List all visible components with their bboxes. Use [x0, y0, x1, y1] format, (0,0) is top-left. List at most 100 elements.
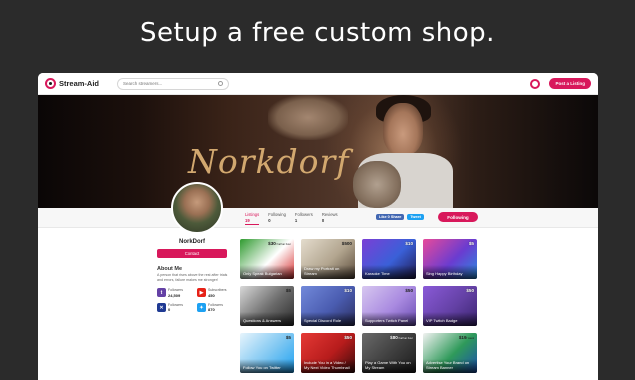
youtube-icon: ▶ [197, 288, 206, 298]
listing-card[interactable]: $10 Special Discord Role [301, 286, 355, 326]
search-icon[interactable] [218, 81, 224, 86]
listing-price: $80/ half an hour [390, 335, 413, 340]
profile-name: NorkDorf [178, 239, 205, 245]
contact-button[interactable]: Contact [157, 249, 227, 258]
listing-title: Special Discord Role [304, 318, 342, 324]
brand-name: Stream-Aid [59, 79, 100, 88]
twitter-icon: ✦ [197, 303, 206, 313]
banner-title: Norkdorf [188, 142, 350, 181]
social-stat[interactable]: t Followers 24,509 [157, 288, 197, 298]
listing-title: Only Speak Bulgarian [243, 271, 282, 277]
listing-price: $30/ half an hour [268, 241, 291, 246]
profile-stats: Listings 19 Following 0 Followers 1 Reviews 0 [245, 212, 338, 225]
listing-price-value: $5 [285, 335, 291, 340]
listing-card[interactable]: $500 Draw my Portrait on Stream [301, 239, 355, 279]
social-stat-text: Subscribers 450 [208, 288, 226, 298]
listing-title: Draw my Portrait on Stream [304, 266, 340, 277]
listing-price: $5 [286, 335, 291, 340]
profile-banner: Norkdorf [38, 95, 598, 208]
share-buttons: Like 0 Share Tweet [376, 214, 424, 220]
app-window: Stream-Aid Post a Listing Norkdorf Listi… [38, 73, 598, 380]
social-stat-label: Followers [168, 288, 183, 293]
listing-card[interactable]: $19/ week Advertise Your Brand on Stream … [423, 333, 477, 373]
social-stat[interactable]: ✕ Followers 0 [157, 303, 197, 313]
user-avatar-icon[interactable] [530, 78, 541, 89]
social-stat-label: Followers [168, 302, 183, 307]
listing-price: $5 [286, 288, 291, 293]
listing-price-value: $50 [405, 288, 413, 293]
listing-price: $10 [344, 288, 352, 293]
stat-following[interactable]: Following 0 [268, 212, 286, 225]
facebook-like-button[interactable]: Like 0 Share [376, 214, 405, 220]
listing-price-value: $5 [468, 241, 474, 246]
stat-value: 0 [268, 217, 271, 223]
listing-card[interactable]: $10 Karaoke Time [362, 239, 416, 279]
listing-card[interactable]: $80/ half an hour Play a Game With You on… [362, 333, 416, 373]
listing-title: VIP Twitch Badge [426, 318, 458, 324]
stat-value: 0 [321, 217, 325, 223]
post-listing-button[interactable]: Post a Listing [549, 78, 591, 89]
social-stat-value: 450 [208, 292, 215, 298]
stat-label: Reviews [321, 212, 338, 217]
social-stat-text: Followers 0 [168, 303, 183, 313]
stat-value: 1 [294, 217, 298, 223]
listing-title: Supporters Twitch Panel [365, 318, 409, 324]
listing-title: Questions & Answers [243, 318, 282, 324]
listing-price-note: / week [466, 337, 475, 340]
listing-price-value: $50 [466, 288, 474, 293]
social-stat-text: Followers 870 [208, 303, 223, 313]
search-input[interactable] [123, 81, 219, 86]
listing-price-value: $5 [285, 288, 291, 293]
tweet-button[interactable]: Tweet [407, 214, 424, 220]
listing-price: $5 [469, 241, 474, 246]
avatar [171, 182, 223, 234]
listing-price-value: $80 [390, 335, 398, 340]
listing-price: $500 [342, 241, 352, 246]
listing-card[interactable]: $5 Follow You on Twitter [240, 333, 294, 373]
search-bar[interactable] [117, 77, 230, 90]
stat-label: Listings [245, 212, 260, 217]
listing-card[interactable]: $30/ half an hour Only Speak Bulgarian [240, 239, 294, 279]
listing-price-value: $10 [344, 288, 352, 293]
social-stat[interactable]: ✦ Followers 870 [197, 303, 237, 313]
listing-price: $50 [344, 335, 352, 340]
topbar-actions: Post a Listing [530, 78, 591, 89]
listing-price: $10 [405, 241, 413, 246]
brand-logo[interactable]: Stream-Aid [45, 78, 99, 89]
listing-title: Karaoke Time [365, 271, 390, 277]
listing-price-note: / half an hour [397, 337, 413, 340]
mixer-icon: ✕ [157, 303, 166, 313]
social-stat-value: 24,509 [168, 292, 181, 298]
logo-icon [45, 78, 56, 89]
about-heading: About Me [157, 266, 183, 272]
listing-card[interactable]: $5 Sing Happy Birthday [423, 239, 477, 279]
stat-reviews[interactable]: Reviews 0 [322, 212, 338, 225]
listing-card[interactable]: $50 Supporters Twitch Panel [362, 286, 416, 326]
profile-stats-bar: Listings 19 Following 0 Followers 1 Reviews 0 L… [38, 182, 598, 234]
listing-price-value: $10 [405, 241, 413, 246]
listing-card[interactable]: $50 Include You in a Video / My Next Vide… [301, 333, 355, 373]
listing-price: $19/ week [459, 335, 474, 340]
social-stat-label: Followers [208, 302, 223, 307]
social-stat[interactable]: ▶ Subscribers 450 [197, 288, 237, 298]
listing-title: Include You in a Video / My Next Video T… [304, 360, 350, 371]
social-stat-value: 0 [168, 307, 171, 313]
twitch-icon: t [157, 288, 166, 298]
listing-price-value: $19 [458, 335, 467, 340]
listing-price-value: $30 [268, 241, 276, 246]
follow-button[interactable]: Following [438, 212, 478, 222]
stat-value: 19 [245, 217, 250, 223]
stat-followers[interactable]: Followers 1 [295, 212, 313, 225]
listing-card[interactable]: $50 VIP Twitch Badge [423, 286, 477, 326]
cat-image [268, 95, 348, 140]
listing-title: Sing Happy Birthday [426, 271, 463, 277]
stat-listings[interactable]: Listings 19 [245, 212, 259, 225]
listing-price-value: $500 [341, 241, 352, 246]
top-navbar: Stream-Aid Post a Listing [38, 73, 598, 95]
headline: Setup a free custom shop. [140, 18, 495, 48]
social-stat-label: Subscribers [208, 288, 227, 293]
profile-sidebar: NorkDorf Contact About Me A person that … [38, 228, 238, 313]
stat-label: Followers [294, 212, 313, 217]
listing-card[interactable]: $5 Questions & Answers [240, 286, 294, 326]
about-text: A person that rises above the rest after… [157, 273, 228, 283]
